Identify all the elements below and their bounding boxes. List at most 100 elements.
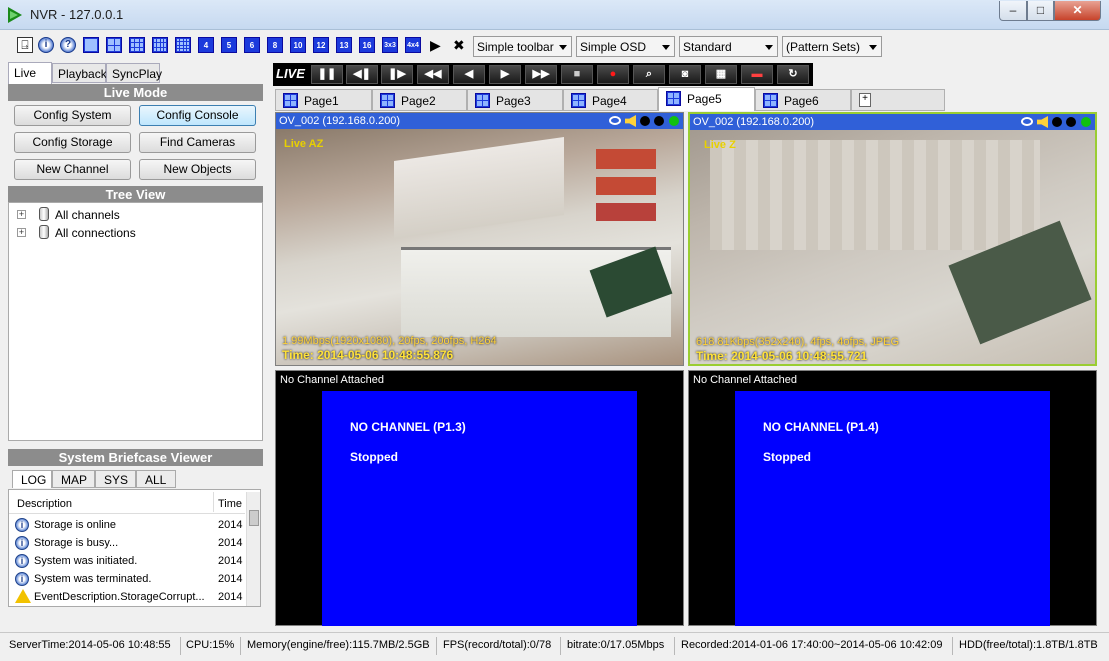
stop-all-icon[interactable]: ✖ <box>453 37 469 53</box>
tab-page1[interactable]: Page1 <box>275 89 372 111</box>
tab-sys[interactable]: SYS <box>95 470 136 488</box>
status-divider <box>180 637 181 655</box>
camera-view-2[interactable]: OV_002 (192.168.0.200) Live Z 618.81Kbps… <box>688 112 1097 366</box>
layout-4x4-icon[interactable] <box>175 37 191 53</box>
info-icon: i <box>15 554 29 568</box>
minimize-button[interactable]: – <box>999 1 1027 21</box>
new-channel-button[interactable]: New Channel <box>14 159 131 180</box>
tab-page2[interactable]: Page2 <box>372 89 467 111</box>
new-page-tab[interactable]: + <box>851 89 945 111</box>
camera-time: Time: 2014-05-06 10:48:55.876 <box>282 348 454 362</box>
record-button[interactable]: ● <box>597 65 629 84</box>
play-all-icon[interactable]: ▶ <box>430 37 446 53</box>
layout-4-icon[interactable]: 4 <box>198 37 214 53</box>
empty-channel-4[interactable]: No Channel Attached NO CHANNEL (P1.4) St… <box>688 370 1097 626</box>
layout-8-icon[interactable]: 8 <box>267 37 283 53</box>
camera-video-feed[interactable]: Live Z 618.81Kbps(352x240), 4fps, 4ofps,… <box>690 130 1095 364</box>
log-scrollbar[interactable] <box>246 492 260 606</box>
scrollbar-thumb[interactable] <box>249 510 259 526</box>
log-list: Description Time i Storage is online 2014 … <box>8 489 261 607</box>
status-dot-icon <box>654 116 664 126</box>
exit-icon[interactable]: ⍈ <box>17 37 33 53</box>
box-image <box>394 137 564 239</box>
maximize-button[interactable]: □ <box>1027 1 1054 21</box>
status-divider <box>952 637 953 655</box>
layout-16-icon[interactable]: 16 <box>359 37 375 53</box>
config-console-button[interactable]: Config Console <box>139 105 256 126</box>
label-image <box>596 177 656 195</box>
close-button[interactable]: ✕ <box>1054 1 1101 21</box>
osd-mode-select[interactable]: Simple OSD <box>576 36 675 57</box>
view-mode-select[interactable]: Standard <box>679 36 778 57</box>
toolbar-mode-select[interactable]: Simple toolbar <box>473 36 572 57</box>
tab-page5[interactable]: Page5 <box>658 87 755 111</box>
layout-6-icon[interactable]: 6 <box>244 37 260 53</box>
help-icon[interactable]: ? <box>60 37 76 53</box>
snapshot-button[interactable]: ◙ <box>669 65 701 84</box>
fast-forward-button[interactable]: ▶▶ <box>525 65 557 84</box>
layout-4x4-alt-icon[interactable]: 4x4 <box>405 37 421 53</box>
expand-icon[interactable]: + <box>17 210 26 219</box>
channel-state: Stopped <box>350 450 398 464</box>
find-cameras-button[interactable]: Find Cameras <box>139 132 256 153</box>
column-time[interactable]: Time <box>218 498 242 510</box>
log-desc: Storage is online <box>34 519 116 531</box>
rewind-button[interactable]: ◀◀ <box>417 65 449 84</box>
layout-4x3-icon[interactable] <box>152 37 168 53</box>
no-channel-screen: NO CHANNEL (P1.4) Stopped <box>735 391 1050 626</box>
pause-button[interactable]: ❚❚ <box>311 65 343 84</box>
layout-3x3-icon[interactable] <box>129 37 145 53</box>
log-row[interactable]: i System was terminated. 2014 <box>9 570 245 588</box>
log-time: 2014 <box>218 573 243 585</box>
layout-2x2-icon[interactable] <box>106 37 122 53</box>
tab-playback[interactable]: Playback <box>52 63 107 83</box>
speaker-muted-icon[interactable] <box>625 115 636 127</box>
config-storage-button[interactable]: Config Storage <box>14 132 131 153</box>
frame-forward-button[interactable]: ❚▶ <box>381 65 413 84</box>
log-row[interactable]: i Storage is busy... 2014 <box>9 534 245 552</box>
stop-button[interactable]: ■ <box>561 65 593 84</box>
tab-page3[interactable]: Page3 <box>467 89 563 111</box>
column-description[interactable]: Description <box>17 498 72 510</box>
tab-page4[interactable]: Page4 <box>563 89 658 111</box>
grid-button[interactable]: ▦ <box>705 65 737 84</box>
layout-3x3-alt-icon[interactable]: 3x3 <box>382 37 398 53</box>
tab-syncplay[interactable]: SyncPlay <box>106 63 162 83</box>
log-row[interactable]: i Storage is online 2014 <box>9 516 245 534</box>
eye-icon[interactable] <box>609 116 621 125</box>
tab-log[interactable]: LOG <box>12 470 52 488</box>
info-icon[interactable]: i <box>38 37 54 53</box>
layout-5-icon[interactable]: 5 <box>221 37 237 53</box>
page-tab-label: Page1 <box>304 94 339 108</box>
tab-all[interactable]: ALL <box>136 470 176 488</box>
tab-page6[interactable]: Page6 <box>755 89 851 111</box>
empty-channel-3[interactable]: No Channel Attached NO CHANNEL (P1.3) St… <box>275 370 684 626</box>
new-objects-button[interactable]: New Objects <box>139 159 256 180</box>
camera-view-1[interactable]: OV_002 (192.168.0.200) Live AZ 1.99Mbps(… <box>275 112 684 366</box>
log-row[interactable]: EventDescription.StorageCorrupt... 2014 <box>9 588 245 606</box>
log-time: 2014 <box>218 591 243 603</box>
refresh-button[interactable]: ↻ <box>777 65 809 84</box>
layout-13-icon[interactable]: 13 <box>336 37 352 53</box>
live-indicator: LIVE <box>276 66 305 81</box>
expand-icon[interactable]: + <box>17 228 26 237</box>
play-button[interactable]: ▶ <box>489 65 521 84</box>
log-row[interactable]: i System was initiated. 2014 <box>9 552 245 570</box>
pattern-set-select[interactable]: (Pattern Sets) <box>782 36 882 57</box>
empty-channel-header: No Channel Attached <box>693 374 797 386</box>
camera-video-feed[interactable]: Live AZ 1.99Mbps(1920x1080), 20fps, 20of… <box>276 129 683 365</box>
eye-icon[interactable] <box>1021 117 1033 126</box>
layout-10-icon[interactable]: 10 <box>290 37 306 53</box>
zoom-button[interactable]: ⌕ <box>633 65 665 84</box>
config-system-button[interactable]: Config System <box>14 105 131 126</box>
speaker-muted-icon[interactable] <box>1037 116 1048 128</box>
tab-live[interactable]: Live <box>8 62 52 84</box>
page-tab-label: Page4 <box>592 94 627 108</box>
frame-back-button[interactable]: ◀❚ <box>346 65 378 84</box>
layout-12-icon[interactable]: 12 <box>313 37 329 53</box>
camera-title: OV_002 (192.168.0.200) <box>693 116 815 128</box>
layout-1x1-icon[interactable] <box>83 37 99 53</box>
step-back-button[interactable]: ◀ <box>453 65 485 84</box>
osd-toggle-button[interactable]: ▬ <box>741 65 773 84</box>
tab-map[interactable]: MAP <box>52 470 95 488</box>
